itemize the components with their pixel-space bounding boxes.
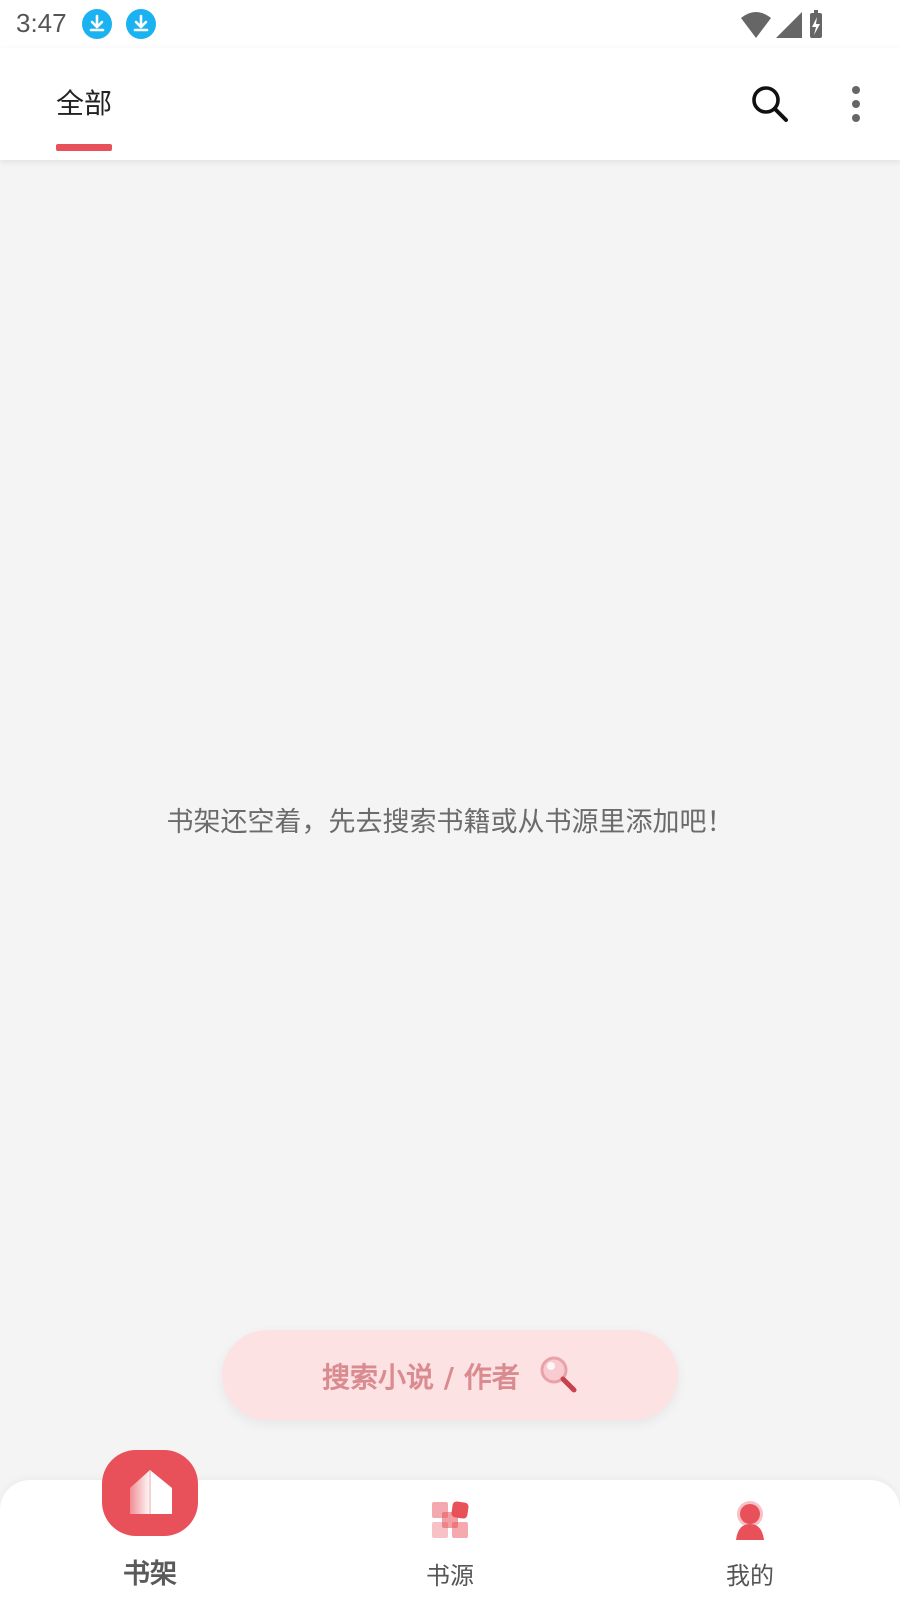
more-options-button[interactable]	[838, 82, 874, 126]
search-icon	[752, 86, 788, 122]
nav-item-profile[interactable]: 我的	[600, 1480, 900, 1600]
status-time: 3:47	[16, 8, 67, 38]
nav-item-book-source[interactable]: 书源	[300, 1480, 600, 1600]
screen: 3:47 全部 书架还空着，先去搜索书籍或从书源里添加吧！ 搜索小说 / 作者 …	[0, 0, 900, 1600]
status-bar: 3:47	[0, 0, 900, 48]
download-icon	[126, 9, 156, 39]
profile-icon	[736, 1501, 764, 1540]
magnifier-icon	[540, 1356, 577, 1393]
tab-all[interactable]: 全部	[56, 82, 112, 122]
nav-label-bookshelf: 书架	[123, 1559, 177, 1590]
nav-item-bookshelf[interactable]: 书架	[0, 1450, 300, 1600]
app-bar: 全部	[0, 48, 900, 160]
battery-charging-icon	[810, 10, 822, 38]
nav-active-indicator	[102, 1450, 198, 1536]
system-icons	[740, 8, 860, 40]
bottom-navigation: 书架 书源 我的	[0, 1450, 900, 1600]
download-icon	[82, 9, 112, 39]
nav-label-book-source: 书源	[426, 1562, 474, 1590]
tab-indicator	[56, 144, 112, 151]
more-vert-icon	[852, 86, 860, 122]
search-novel-label: 搜索小说 / 作者	[322, 1361, 520, 1394]
empty-state-message: 书架还空着，先去搜索书籍或从书源里添加吧！	[166, 807, 734, 838]
search-button[interactable]	[748, 82, 792, 126]
signal-icon	[776, 12, 802, 38]
search-novel-button[interactable]: 搜索小说 / 作者	[222, 1330, 678, 1420]
nav-label-profile: 我的	[726, 1562, 774, 1590]
bookshelf-icon	[130, 1470, 172, 1514]
wifi-icon	[741, 12, 771, 38]
book-source-icon	[432, 1501, 469, 1538]
